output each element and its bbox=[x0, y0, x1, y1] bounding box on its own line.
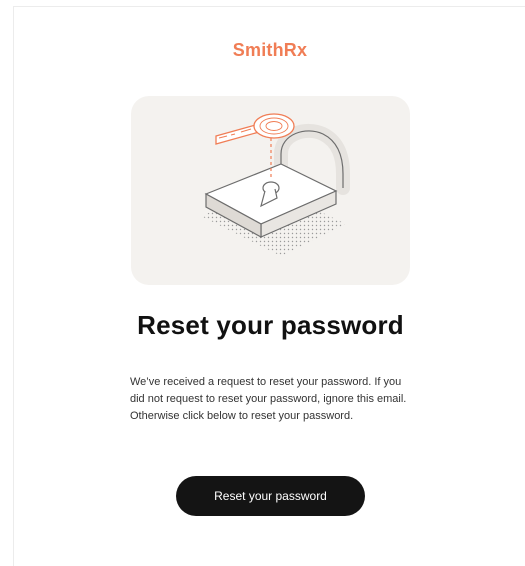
brand-logo: SmithRx bbox=[232, 40, 308, 60]
reset-password-button[interactable]: Reset your password bbox=[176, 476, 365, 516]
hero-illustration bbox=[131, 96, 410, 285]
page-title: Reset your password bbox=[137, 310, 404, 340]
padlock-with-key-icon bbox=[201, 113, 350, 256]
email-body: We’ve received a request to reset your p… bbox=[130, 376, 407, 422]
